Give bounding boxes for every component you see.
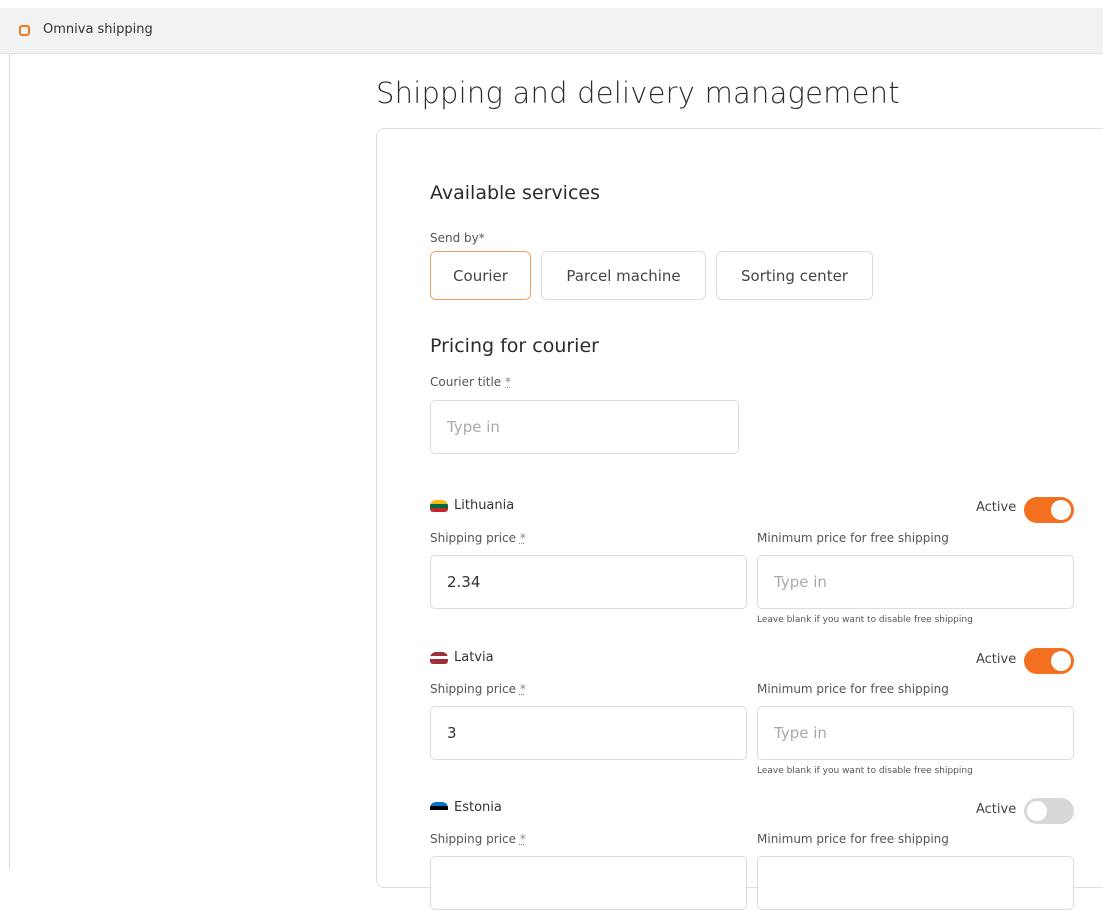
country-latvia: Latvia [430,650,494,665]
toggle-knob [1051,651,1071,671]
country-lithuania: Lithuania [430,498,514,513]
pricing-heading: Pricing for courier [430,335,599,357]
send-by-label: Send by* [430,231,485,245]
shipping-price-label: Shipping price * [430,682,526,696]
shipping-price-label-text: Shipping price [430,682,517,696]
send-by-sorting-center-button[interactable]: Sorting center [716,251,873,300]
latvia-active-toggle[interactable] [1024,648,1074,674]
active-label: Active [976,802,1017,817]
country-name: Estonia [454,800,502,815]
country-estonia: Estonia [430,800,502,815]
estonia-shipping-price-input[interactable] [430,856,747,910]
free-shipping-label: Minimum price for free shipping [757,832,949,846]
free-shipping-label: Minimum price for free shipping [757,682,949,696]
omniva-app-icon [19,25,30,36]
active-label: Active [976,652,1017,667]
courier-title-input[interactable] [430,400,739,454]
lithuania-shipping-price-input[interactable] [430,555,747,609]
toggle-knob [1051,500,1071,520]
courier-title-label: Courier title * [430,375,511,389]
shipping-price-label-text: Shipping price [430,832,517,846]
shipping-price-label-text: Shipping price [430,531,517,545]
send-by-parcel-machine-button[interactable]: Parcel machine [541,251,706,300]
shipping-price-label: Shipping price * [430,531,526,545]
lithuania-free-shipping-input[interactable] [757,555,1074,609]
estonia-flag-icon [430,801,448,814]
estonia-free-shipping-input[interactable] [757,856,1074,910]
page-title: Shipping and delivery management [376,76,900,110]
courier-title-label-text: Courier title [430,375,502,389]
latvia-flag-icon [430,651,448,664]
app-title: Omniva shipping [43,22,153,37]
latvia-shipping-price-input[interactable] [430,706,747,760]
free-shipping-label: Minimum price for free shipping [757,531,949,545]
sidebar-divider [9,54,10,870]
active-label: Active [976,500,1017,515]
send-by-courier-button[interactable]: Courier [430,251,531,300]
required-mark: * [505,375,512,389]
country-name: Latvia [454,650,494,665]
required-mark: * [519,682,526,696]
lithuania-flag-icon [430,499,448,512]
free-shipping-hint: Leave blank if you want to disable free … [757,615,973,625]
required-mark: * [519,832,526,846]
latvia-free-shipping-input[interactable] [757,706,1074,760]
top-bar: Omniva shipping [0,8,1103,54]
lithuania-active-toggle[interactable] [1024,497,1074,523]
toggle-knob [1027,801,1047,821]
required-mark: * [519,531,526,545]
country-name: Lithuania [454,498,515,513]
shipping-price-label: Shipping price * [430,832,526,846]
available-services-heading: Available services [430,182,600,204]
estonia-active-toggle[interactable] [1024,798,1074,824]
free-shipping-hint: Leave blank if you want to disable free … [757,766,973,776]
